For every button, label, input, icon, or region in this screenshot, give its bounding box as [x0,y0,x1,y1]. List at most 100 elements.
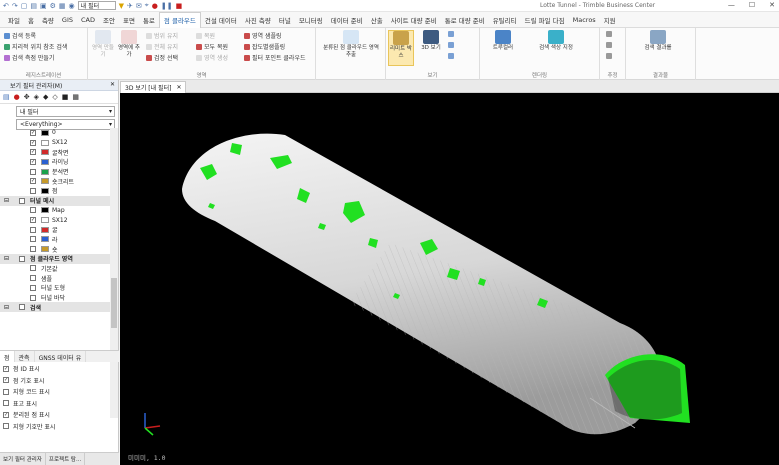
options-tab[interactable]: 점 [0,351,15,362]
option-row[interactable]: ✓ 점 기호 표시 [3,375,117,387]
ribbon-scan-station[interactable]: 검색 측점 만들기 [4,53,54,62]
menu-tab[interactable]: Macros [569,12,600,28]
extract-option-3[interactable] [606,53,612,59]
record-icon[interactable]: ● [152,2,158,10]
collapse-icon[interactable]: ⊟ [4,304,9,311]
checkbox[interactable] [19,304,26,311]
measure-icon[interactable]: ⌖ [145,1,149,10]
menu-tab[interactable]: 지원 [600,12,620,28]
layer-color-icon[interactable]: ■ [62,93,69,101]
menu-tab[interactable]: 표면 [119,12,139,28]
pause-icon[interactable]: ❚❚ [161,2,173,10]
checkbox[interactable]: ✓ [30,217,36,224]
layer-row[interactable]: 샘플 [0,273,110,283]
checkbox[interactable]: ✓ [30,149,36,156]
checkbox[interactable] [19,255,26,262]
layer-row[interactable]: 터널 바닥 [0,293,110,303]
close-icon[interactable]: ✕ [110,81,115,88]
restore-button[interactable]: 복원 [196,31,215,40]
checkbox[interactable]: ✓ [30,178,36,185]
select-boundary-button[interactable]: 검정 선택 [146,53,178,62]
plane-icon[interactable]: ✈ [127,2,133,10]
layer-row[interactable]: Map [0,206,110,216]
menu-tab[interactable]: 점 클라우드 [158,11,201,28]
menu-tab[interactable]: 산출 [367,12,387,28]
layer-row[interactable]: 굴 [0,225,110,235]
option-row[interactable]: 표고 표시 [3,398,117,410]
checkbox[interactable]: ✓ [3,365,9,372]
close-icon[interactable]: ✕ [769,1,775,9]
menu-tab[interactable]: 홈 [24,12,38,28]
close-icon[interactable]: ✕ [176,84,181,91]
option-row[interactable]: 지형 코드 표시 [3,386,117,398]
options-tab[interactable]: GNSS 데이터 유 [35,351,87,362]
density-sampling-button[interactable]: 잡도별샘플링 [244,42,285,51]
section-header[interactable]: ⊟ 터널 메시 [0,195,110,206]
menu-tab[interactable]: 측량 [38,12,58,28]
option-row[interactable]: ✓ 점 ID 표시 [3,363,117,375]
menu-tab[interactable]: GIS [58,12,77,28]
layer-row[interactable]: 점 [0,186,110,196]
region-sampling-button[interactable]: 영역 샘플링 [244,31,282,40]
menu-tab[interactable]: 통로 대량 준비 [441,12,489,28]
menu-tab[interactable]: 모니터링 [295,12,327,28]
menu-tab[interactable]: CAD [77,12,99,28]
region-generate-button[interactable]: 영역 생성 [196,53,228,62]
menu-tab[interactable]: 조안 [99,12,119,28]
view-filter-select[interactable]: 내 필터 [77,1,116,10]
checkbox[interactable] [3,388,9,395]
panel-bottom-tab[interactable]: 프로젝트 탐... [46,453,86,465]
collapse-icon[interactable]: ⊟ [4,197,9,204]
scrollbar-thumb[interactable] [111,278,117,328]
view-option-1[interactable] [448,31,454,37]
delete-icon[interactable]: ● [14,93,20,101]
move-icon[interactable]: ✥ [24,93,30,101]
checkbox[interactable]: ✓ [30,129,36,136]
layer-row[interactable]: ✓ SX12 [0,215,110,225]
menu-tab[interactable]: 데이터 준비 [327,12,367,28]
grid-icon[interactable]: ▦ [59,2,66,10]
layer-row[interactable]: 숏 [0,244,110,254]
options-tab[interactable]: 관측 [15,351,35,362]
checkbox[interactable]: ✓ [30,139,36,146]
checkbox[interactable] [30,168,36,175]
layer-on-icon[interactable]: ◆ [43,93,48,101]
extract-option-1[interactable] [606,31,612,37]
collapse-icon[interactable]: ⊟ [4,255,9,262]
ribbon-scan-register[interactable]: 검색 등록 [4,31,36,40]
3d-viewport[interactable]: 미미미, 1.0 [120,93,779,465]
layer-row[interactable]: 터널 도형 [0,283,110,293]
menu-tab[interactable]: 사이트 대량 준비 [387,12,441,28]
tab-3d-view[interactable]: 3D 보기 [내 필터] ✕ [120,81,187,93]
panel-bottom-tab[interactable]: 보기 필터 관리자 [0,453,46,465]
checkbox[interactable] [30,265,36,272]
filter-select[interactable]: 내 필터 ▾ [16,106,115,117]
view-option-3[interactable] [448,53,454,59]
undo-icon[interactable]: ↶ [3,2,9,10]
menu-tab[interactable]: 건설 데이터 [201,12,241,28]
region-create-button[interactable]: 영역 만들기 [90,30,116,59]
checkbox[interactable] [30,294,36,301]
layer-row[interactable]: ✓ 굴착면 [0,147,110,157]
checkbox[interactable] [30,226,36,233]
truecolor-button[interactable]: 트루컬러 [486,30,520,52]
eye-icon[interactable]: ◉ [69,2,75,10]
menu-tab[interactable]: 사진 측량 [241,12,275,28]
layer-row[interactable]: 기본값 [0,264,110,274]
3d-view-button[interactable]: 3D 보기 [418,30,444,52]
filter-icon[interactable]: ▤ [3,93,10,101]
checkbox[interactable] [30,187,36,194]
save-icon[interactable]: ▣ [40,2,47,10]
menu-tab[interactable]: 유틸리티 [489,12,521,28]
section-header[interactable]: ⊟ 점 클라우드 영역 [0,253,110,264]
checkbox[interactable] [3,423,9,430]
extract-option-2[interactable] [606,42,612,48]
gear-icon[interactable]: ⚙ [50,2,56,10]
section-header[interactable]: ⊟ 검색 [0,302,110,313]
open-folder-icon[interactable]: ▤ [30,2,37,10]
menu-tab[interactable]: 통로 [139,12,159,28]
layer-row[interactable]: ✓ SX12 [0,138,110,148]
checkbox[interactable] [30,284,36,291]
scan-color-button[interactable]: 검색 색상 지정 [536,30,576,52]
layer-row[interactable]: 분석면 [0,167,110,177]
